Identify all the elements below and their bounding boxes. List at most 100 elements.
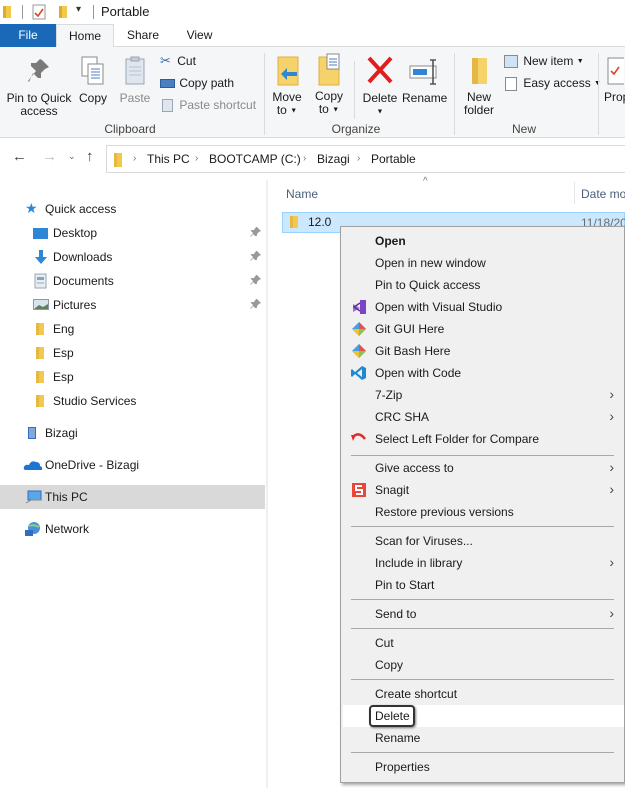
- menu-item-label: Open: [375, 234, 406, 248]
- menu-item-pin-quick-access[interactable]: Pin to Quick access: [343, 274, 624, 296]
- menu-item-rename[interactable]: Rename: [343, 727, 624, 749]
- menu-item-git-gui[interactable]: Git GUI Here: [343, 318, 624, 340]
- recent-locations-chevron-icon[interactable]: ⌄: [68, 151, 76, 162]
- sidebar-item-this-pc[interactable]: This PC: [0, 485, 265, 509]
- menu-item-include-library[interactable]: Include in library ›: [343, 552, 624, 574]
- copy-button[interactable]: Copy: [76, 55, 110, 105]
- sidebar-item-documents[interactable]: Documents: [0, 269, 265, 293]
- easy-access-icon: [505, 76, 517, 91]
- sidebar-item-bizagi[interactable]: Bizagi: [0, 421, 265, 445]
- cut-button[interactable]: ✂ Cut: [160, 54, 196, 69]
- breadcrumb-portable[interactable]: Portable: [371, 152, 416, 166]
- sidebar-item-quick-access[interactable]: ★ Quick access: [0, 197, 265, 221]
- tab-share[interactable]: Share: [114, 24, 172, 47]
- sidebar-item-label: Esp: [53, 370, 74, 384]
- menu-item-select-left-folder-compare[interactable]: Select Left Folder for Compare: [343, 428, 624, 450]
- dropdown-caret-icon: ▼: [290, 107, 298, 115]
- folder-icon: [36, 395, 44, 407]
- sidebar-item-label: This PC: [45, 490, 88, 504]
- snagit-icon: [352, 483, 366, 497]
- ribbon: Pin to Quick access Copy Paste ✂ Cut Cop…: [0, 47, 625, 138]
- new-folder-label-2: folder: [463, 103, 495, 117]
- menu-item-label: CRC SHA: [375, 410, 430, 424]
- tab-home[interactable]: Home: [56, 24, 114, 48]
- sidebar-item-studio-services[interactable]: Studio Services: [0, 389, 265, 413]
- sidebar-item-network[interactable]: Network: [0, 517, 265, 541]
- column-header-date-modified[interactable]: Date mo: [581, 187, 625, 201]
- menu-item-git-bash[interactable]: Git Bash Here: [343, 340, 624, 362]
- column-header-name[interactable]: Name: [286, 187, 318, 201]
- menu-item-label: 7-Zip: [375, 388, 403, 402]
- pin-to-quick-access-button[interactable]: Pin to Quick access: [4, 57, 74, 118]
- breadcrumb-chevron-icon[interactable]: ›: [303, 153, 306, 164]
- copy-path-icon: [160, 79, 175, 89]
- delete-button[interactable]: Delete ▼: [360, 55, 400, 118]
- address-bar[interactable]: › This PC › BOOTCAMP (C:) › Bizagi › Por…: [106, 145, 625, 173]
- sidebar-item-downloads[interactable]: Downloads: [0, 245, 265, 269]
- title-bar: ▾ Portable: [0, 0, 625, 24]
- pin-icon[interactable]: [250, 274, 262, 286]
- back-arrow-icon[interactable]: ←: [12, 148, 27, 165]
- menu-item-snagit[interactable]: Snagit ›: [343, 479, 624, 501]
- forward-arrow-icon[interactable]: →: [42, 148, 57, 165]
- rename-button[interactable]: Rename: [402, 55, 447, 105]
- menu-item-crc-sha[interactable]: CRC SHA ›: [343, 406, 624, 428]
- breadcrumb-chevron-icon[interactable]: ›: [133, 153, 136, 164]
- copy-to-button[interactable]: Copy to ▼: [312, 53, 346, 116]
- column-divider[interactable]: [574, 182, 575, 204]
- sidebar-item-esp-2[interactable]: Esp: [0, 365, 265, 389]
- menu-item-7zip[interactable]: 7-Zip ›: [343, 384, 624, 406]
- sidebar-item-pictures[interactable]: Pictures: [0, 293, 265, 317]
- menu-item-cut[interactable]: Cut: [343, 632, 624, 654]
- sidebar-scrollbar[interactable]: [266, 180, 268, 788]
- menu-item-restore-previous-versions[interactable]: Restore previous versions: [343, 501, 624, 523]
- menu-item-send-to[interactable]: Send to ›: [343, 603, 624, 625]
- menu-item-open-new-window[interactable]: Open in new window: [343, 252, 624, 274]
- menu-item-open-visual-studio[interactable]: Open with Visual Studio: [343, 296, 624, 318]
- download-icon: [35, 250, 47, 264]
- tab-view[interactable]: View: [172, 24, 227, 47]
- paste-shortcut-button[interactable]: Paste shortcut: [160, 98, 256, 113]
- breadcrumb-chevron-icon[interactable]: ›: [357, 153, 360, 164]
- menu-item-pin-start[interactable]: Pin to Start: [343, 574, 624, 596]
- menu-item-label: Properties: [375, 760, 430, 774]
- menu-item-open-with-code[interactable]: Open with Code: [343, 362, 624, 384]
- paste-button[interactable]: Paste: [118, 55, 152, 105]
- up-arrow-icon[interactable]: ↑: [86, 148, 94, 165]
- sidebar-item-esp[interactable]: Esp: [0, 341, 265, 365]
- pin-icon[interactable]: [250, 298, 262, 310]
- sidebar-item-desktop[interactable]: Desktop: [0, 221, 265, 245]
- sidebar-item-label: Network: [45, 522, 90, 536]
- pin-icon[interactable]: [250, 226, 262, 238]
- pin-icon[interactable]: [250, 250, 262, 262]
- new-item-button[interactable]: New item ▼: [504, 54, 584, 69]
- move-to-icon: [277, 56, 299, 86]
- menu-item-delete[interactable]: Delete: [343, 705, 624, 727]
- breadcrumb-bootcamp[interactable]: BOOTCAMP (C:): [209, 152, 301, 166]
- properties-qat-icon[interactable]: [32, 4, 46, 20]
- breadcrumb-bizagi[interactable]: Bizagi: [317, 152, 350, 166]
- sidebar-item-eng[interactable]: Eng: [0, 317, 265, 341]
- new-folder-qat-icon[interactable]: [58, 5, 68, 19]
- paste-icon: [125, 56, 145, 85]
- menu-item-open[interactable]: Open: [343, 230, 624, 252]
- customize-qat-icon[interactable]: ▾: [76, 4, 81, 15]
- menu-item-create-shortcut[interactable]: Create shortcut: [343, 683, 624, 705]
- tab-file[interactable]: File: [0, 24, 56, 47]
- breadcrumb-chevron-icon[interactable]: ›: [195, 153, 198, 164]
- menu-item-scan-viruses[interactable]: Scan for Viruses...: [343, 530, 624, 552]
- properties-button[interactable]: Prop: [604, 55, 625, 104]
- pin-label-2: access: [20, 104, 58, 118]
- move-to-button[interactable]: Move to ▼: [270, 55, 304, 117]
- paste-label: Paste: [119, 91, 151, 105]
- easy-access-button[interactable]: Easy access ▼: [504, 76, 601, 91]
- file-name[interactable]: 12.0: [308, 215, 331, 229]
- copy-path-button[interactable]: Copy path: [160, 76, 234, 90]
- new-folder-button[interactable]: New folder: [460, 55, 498, 117]
- menu-item-copy[interactable]: Copy: [343, 654, 624, 676]
- menu-item-properties[interactable]: Properties: [343, 756, 624, 778]
- sidebar-item-onedrive[interactable]: OneDrive - Bizagi: [0, 453, 265, 477]
- menu-item-label: Copy: [375, 658, 404, 672]
- breadcrumb-this-pc[interactable]: This PC: [147, 152, 190, 166]
- menu-item-give-access[interactable]: Give access to ›: [343, 457, 624, 479]
